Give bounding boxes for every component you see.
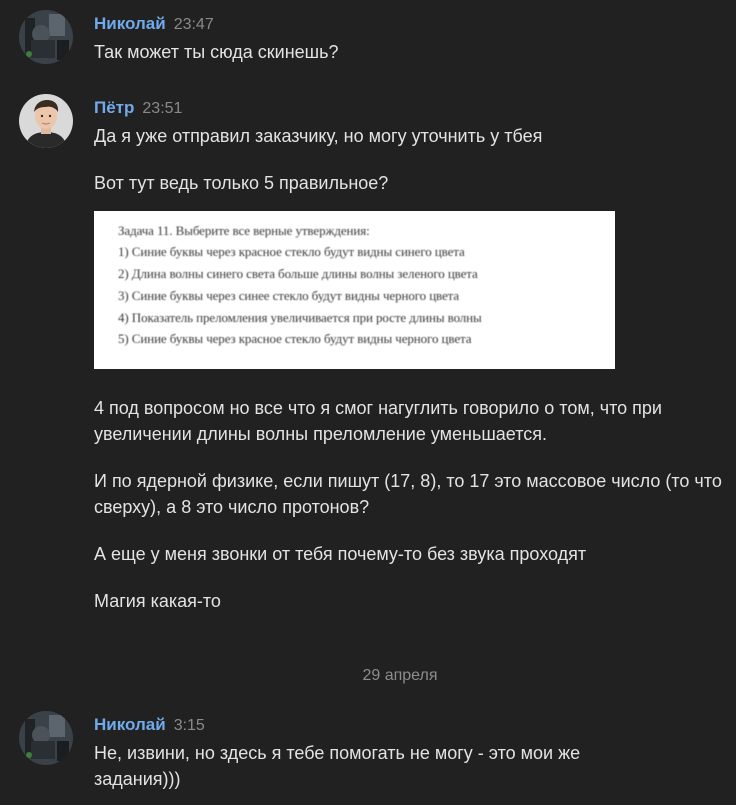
attachment-text-line: 1) Синие буквы через красное стекло буду…: [118, 244, 465, 259]
attachment-text-line: 5) Синие буквы через красное стекло буду…: [118, 331, 472, 346]
author-name[interactable]: Пётр: [94, 98, 134, 117]
user-avatar[interactable]: [19, 94, 73, 148]
user-avatar[interactable]: [19, 711, 73, 765]
message-time: 23:51: [142, 100, 183, 117]
message-text: 4 под вопросом но все что я смог нагугли…: [94, 398, 662, 444]
message-time: 23:47: [173, 16, 214, 33]
message-text: Магия какая-то: [94, 591, 221, 611]
message-text: Вот тут ведь только 5 правильное?: [94, 173, 389, 193]
message-text: А еще у меня звонки от тебя почему-то бе…: [94, 544, 587, 564]
attachment-text-line: 2) Длина волны синего света больше длины…: [118, 266, 478, 281]
attachment-text-line: Задача 11. Выберите все верные утвержден…: [118, 223, 370, 238]
author-name[interactable]: Николай: [94, 715, 166, 734]
message-text: Не, извини, но здесь я тебе помогать не …: [94, 743, 581, 789]
message-time: 3:15: [173, 717, 205, 734]
message-header: Николай 3:15: [94, 714, 205, 736]
image-attachment[interactable]: Задача 11. Выберите все верные утвержден…: [94, 211, 615, 369]
message-text: Так может ты сюда скинешь?: [94, 42, 339, 62]
user-avatar[interactable]: [19, 10, 73, 64]
message-header: Пётр 23:51: [94, 97, 182, 119]
message-header: Николай 23:47: [94, 13, 214, 35]
attachment-text-line: 4) Показатель преломления увеличивается …: [118, 310, 482, 325]
avatar-nikolai-icon: [19, 711, 73, 765]
message-text: Да я уже отправил заказчику, но могу уто…: [94, 126, 543, 146]
author-name[interactable]: Николай: [94, 14, 166, 33]
attachment-text-line: 3) Синие буквы через синее стекло будут …: [118, 288, 460, 303]
date-separator: 29 апреля: [362, 667, 438, 684]
avatar-petr-icon: [19, 94, 73, 148]
message-text: И по ядерной физике, если пишут (17, 8),…: [94, 471, 722, 517]
avatar-nikolai-icon: [19, 10, 73, 64]
